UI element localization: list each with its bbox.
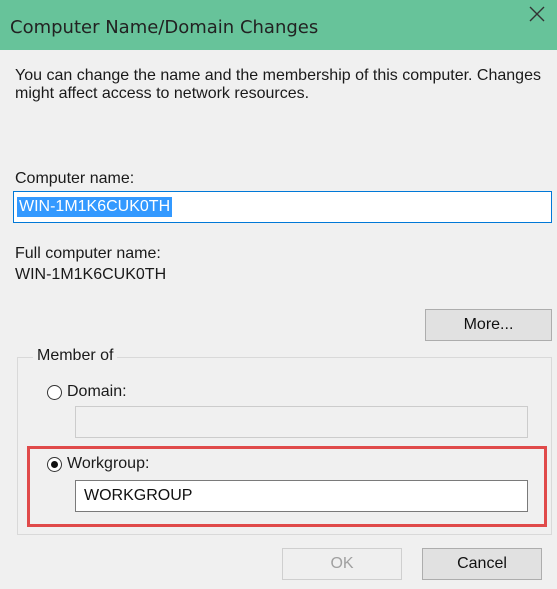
computer-name-dialog: Computer Name/Domain Changes You can cha… [0, 0, 557, 589]
computer-name-label: Computer name: [15, 170, 135, 187]
dialog-description: You can change the name and the membersh… [15, 67, 541, 102]
workgroup-radio[interactable] [47, 457, 62, 472]
workgroup-input[interactable]: WORKGROUP [75, 480, 528, 512]
workgroup-value: WORKGROUP [84, 487, 193, 504]
close-icon[interactable] [525, 2, 549, 26]
computer-name-value: WIN-1M1K6CUK0TH [17, 197, 173, 217]
title-bar[interactable]: Computer Name/Domain Changes [0, 0, 557, 50]
full-computer-name-value: WIN-1M1K6CUK0TH [15, 266, 167, 283]
ok-button[interactable]: OK [282, 548, 402, 580]
domain-radio[interactable] [47, 385, 62, 400]
domain-radio-label[interactable]: Domain: [67, 383, 127, 401]
full-computer-name-label: Full computer name: [15, 245, 161, 262]
domain-input[interactable] [75, 406, 528, 438]
more-button[interactable]: More... [425, 309, 552, 341]
cancel-button[interactable]: Cancel [422, 548, 542, 580]
workgroup-radio-label[interactable]: Workgroup: [67, 455, 149, 473]
computer-name-input[interactable]: WIN-1M1K6CUK0TH [13, 191, 552, 223]
member-of-legend: Member of [33, 347, 118, 365]
dialog-title: Computer Name/Domain Changes [10, 17, 319, 38]
